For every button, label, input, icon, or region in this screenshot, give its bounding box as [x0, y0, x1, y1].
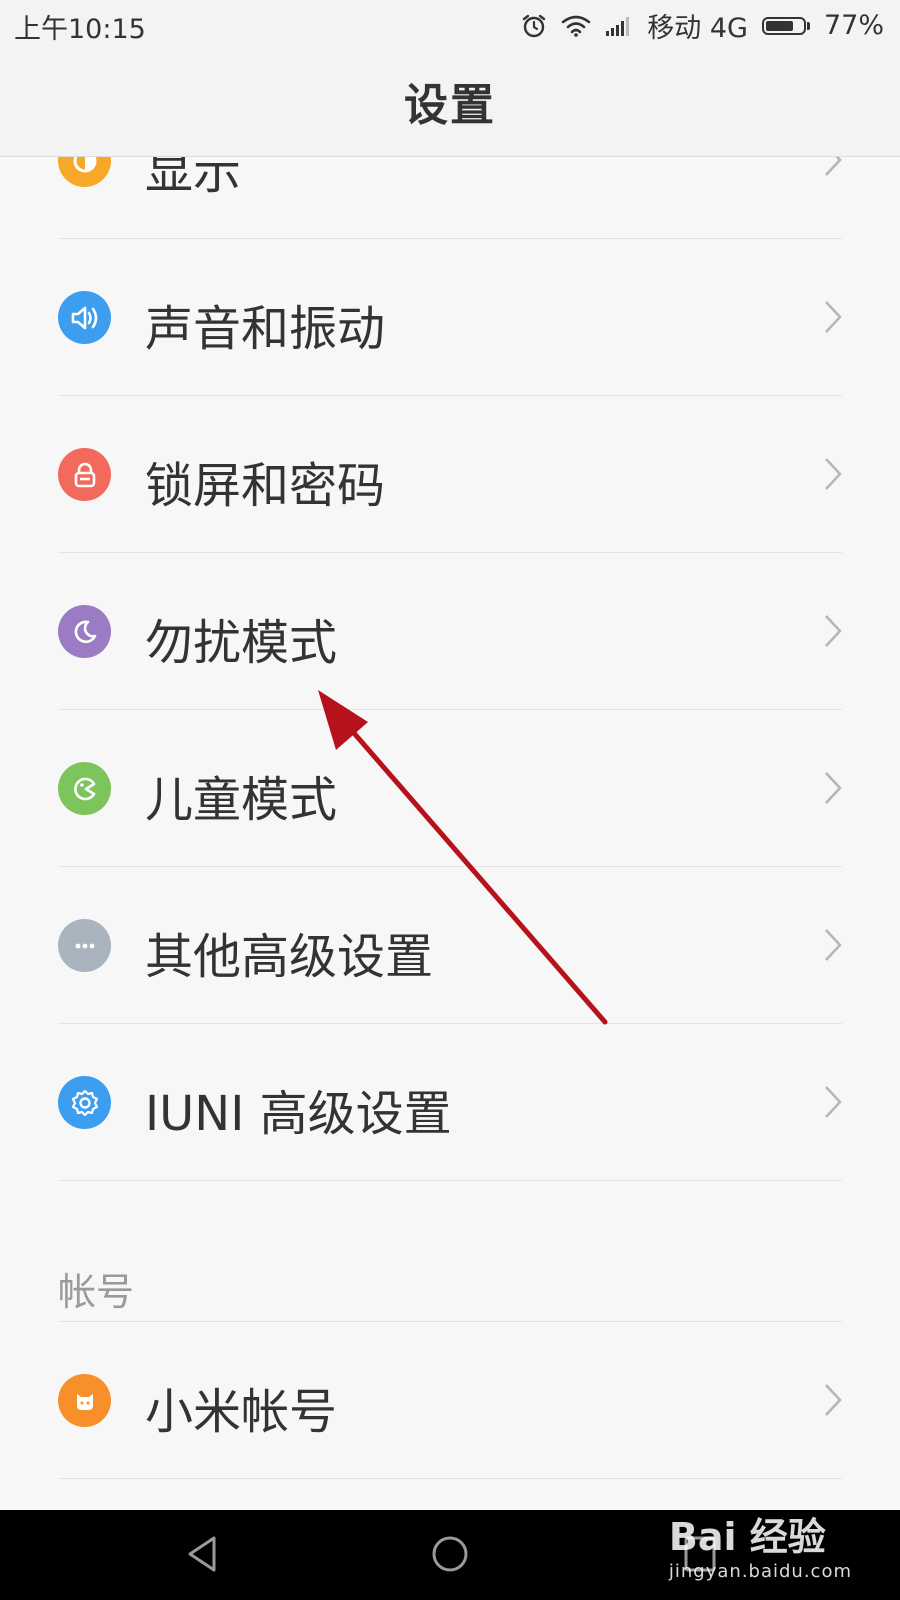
title-bar: 设置 — [0, 46, 900, 157]
settings-item-do-not-disturb[interactable]: 勿扰模式 — [0, 553, 900, 710]
battery-percent: 77% — [823, 10, 884, 41]
mi-account-icon — [58, 1374, 111, 1427]
settings-item-iuni-advanced[interactable]: IUNI 高级设置 — [0, 1024, 900, 1181]
watermark-url: jingyan.baidu.com — [668, 1561, 852, 1582]
status-bar: 上午10:15 移动 4G 77% — [0, 0, 900, 46]
page-title: 设置 — [404, 80, 496, 131]
settings-item-label: IUNI 高级设置 — [145, 1086, 452, 1142]
settings-item-mi-account[interactable]: 小米帐号 — [0, 1322, 900, 1479]
settings-item-label: 声音和振动 — [145, 301, 386, 357]
status-indicators: 移动 4G 77% — [521, 6, 884, 45]
speaker-icon — [58, 291, 111, 344]
status-time: 上午10:15 — [14, 14, 146, 45]
watermark: Bai 经验 jingyan.baidu.com — [669, 1506, 852, 1582]
lock-icon — [58, 448, 111, 501]
chevron-right-icon — [825, 458, 842, 490]
battery-icon — [761, 16, 810, 35]
back-icon[interactable] — [182, 1532, 222, 1576]
settings-item-label: 儿童模式 — [145, 772, 338, 828]
chevron-right-icon — [825, 1384, 842, 1416]
alarm-icon — [521, 13, 547, 39]
child-icon — [58, 762, 111, 815]
settings-item-lock-screen[interactable]: 锁屏和密码 — [0, 396, 900, 553]
watermark-logo: Bai 经验 — [668, 1515, 826, 1559]
settings-item-label: 其他高级设置 — [145, 929, 434, 985]
settings-item-child-mode[interactable]: 儿童模式 — [0, 710, 900, 867]
section-header-label: 帐号 — [58, 1270, 135, 1314]
settings-item-other-advanced[interactable]: 其他高级设置 — [0, 867, 900, 1024]
moon-icon — [58, 605, 111, 658]
settings-item-sound[interactable]: 声音和振动 — [0, 239, 900, 396]
settings-item-label: 锁屏和密码 — [145, 458, 386, 514]
settings-item-label: 勿扰模式 — [145, 615, 338, 671]
chevron-right-icon — [825, 301, 842, 333]
chevron-right-icon — [825, 1086, 842, 1118]
settings-list: 显示 声音和振动 锁屏和密码 勿扰模式 儿童模式 其他高级设置 IUNI 高级设… — [0, 82, 900, 1479]
chevron-right-icon — [825, 929, 842, 961]
section-header-account: 帐号 — [0, 1261, 900, 1322]
settings-screen: 上午10:15 移动 4G 77% 设置 显示 声音和振动 锁屏和密码 勿扰模式… — [0, 0, 900, 1600]
carrier-label: 移动 4G — [647, 13, 748, 44]
chevron-right-icon — [825, 772, 842, 804]
signal-icon — [605, 15, 633, 37]
chevron-right-icon — [825, 615, 842, 647]
settings-item-label: 小米帐号 — [145, 1384, 338, 1440]
wifi-icon — [561, 14, 591, 38]
home-icon[interactable] — [428, 1532, 472, 1576]
more-icon — [58, 919, 111, 972]
gear-icon — [58, 1076, 111, 1129]
